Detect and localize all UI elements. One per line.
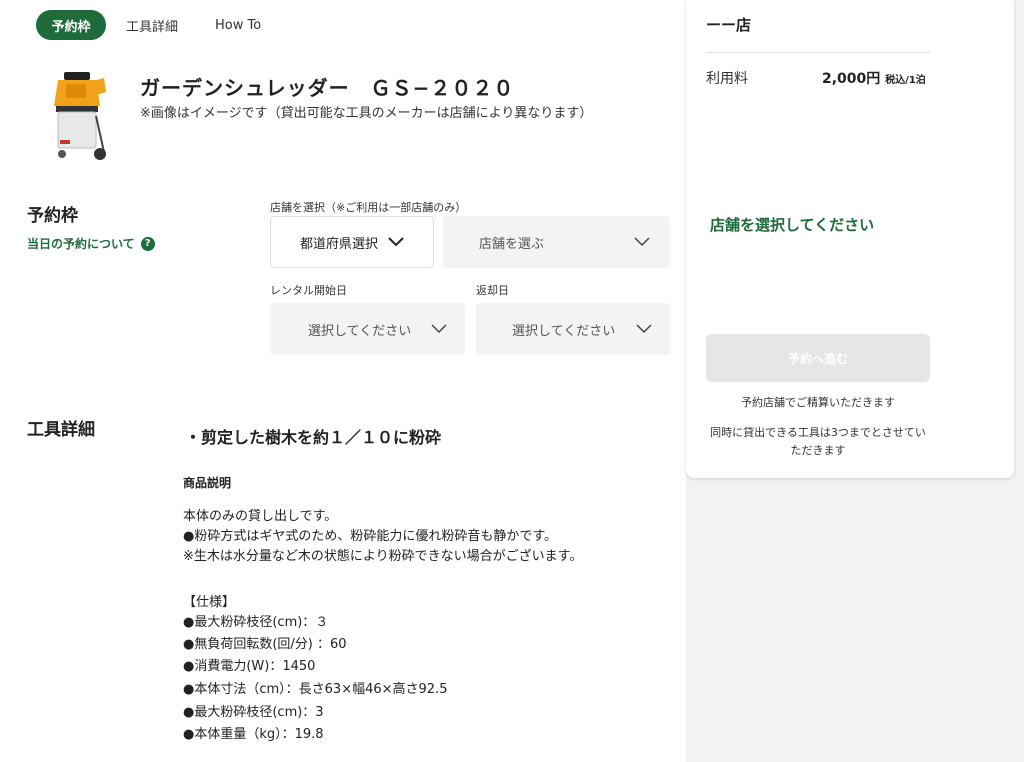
rental-start-value: 選択してください [308, 323, 412, 339]
proceed-to-reservation-button[interactable]: 予約へ進む [706, 334, 930, 382]
reservation-heading: 予約枠 [27, 206, 78, 226]
store-name: ーー店 [706, 16, 752, 34]
spec-heading: 【仕様】 [183, 595, 236, 610]
description-heading: 商品説明 [183, 476, 232, 490]
tab-reservation[interactable]: 予約枠 [36, 10, 106, 40]
tab-tool-details[interactable]: 工具詳細 [126, 10, 178, 40]
spec-line: ●本体寸法（cm）：長さ63×幅46×高さ92.5 [183, 682, 448, 697]
store-select-label: 店舗を選択（※ご利用は一部店舗のみ） [270, 201, 467, 214]
description-line: ※生木は水分量など木の状態により粉砕できない場合がございます。 [183, 549, 583, 564]
chevron-down-icon [636, 324, 652, 334]
rental-start-select[interactable]: 選択してください [270, 303, 465, 355]
spec-line: ●最大粉砕枝径(cm)：3 [183, 705, 324, 720]
store-select-value: 店舗を選ぶ [479, 236, 545, 252]
fee-unit: 税込/1泊 [885, 75, 926, 86]
divider [706, 52, 930, 53]
description-line: 本体のみの貸し出しです。 [183, 509, 338, 524]
store-select[interactable]: 店舗を選ぶ [443, 216, 670, 268]
return-date-label: 返却日 [476, 284, 509, 297]
spec-line: ●無負荷回転数(回/分) ：60 [183, 637, 347, 652]
fee-value: 2,000円 [822, 71, 881, 87]
prefecture-select-value: 都道府県選択 [299, 236, 378, 252]
details-headline: ・剪定した樹木を約１／１０に粉砕 [185, 428, 442, 447]
rental-limit-note: 同時に貸出できる工具は3つまでとさせていただきます [710, 426, 926, 457]
image-note: ※画像はイメージです（貸出可能な工具のメーカーは店舗により異なります） [140, 106, 593, 121]
chevron-down-icon [388, 237, 404, 247]
rental-start-label: レンタル開始日 [270, 284, 347, 297]
select-store-message: 店舗を選択してください [710, 216, 875, 234]
garden-shredder-image [54, 72, 106, 160]
spec-line: ●消費電力(W)：1450 [183, 659, 316, 674]
tab-how-to[interactable]: How To [215, 10, 261, 40]
same-day-link-label: 当日の予約について [27, 237, 135, 251]
spec-line: ●最大粉砕枝径(cm)：３ [183, 615, 329, 630]
question-circle-icon: ? [140, 236, 155, 251]
payment-note: 予約店舗でご精算いただきます [741, 396, 895, 409]
product-title: ガーデンシュレッダー ＧＳ−２０２０ [140, 76, 515, 100]
same-day-reservation-link[interactable]: 当日の予約について ? [27, 235, 155, 252]
return-date-value: 選択してください [512, 323, 616, 339]
fee-label: 利用料 [706, 71, 748, 87]
prefecture-select[interactable]: 都道府県選択 [270, 216, 434, 268]
chevron-down-icon [431, 324, 447, 334]
return-date-select[interactable]: 選択してください [476, 303, 670, 355]
tool-details-heading: 工具詳細 [27, 420, 95, 440]
description-line: ●粉砕方式はギヤ式のため、粉砕能力に優れ粉砕音も静かです。 [183, 529, 558, 544]
chevron-down-icon [634, 237, 650, 247]
spec-line: ●本体重量（kg）：19.8 [183, 727, 324, 742]
fee-value-group: 2,000円 税込/1泊 [822, 68, 926, 88]
